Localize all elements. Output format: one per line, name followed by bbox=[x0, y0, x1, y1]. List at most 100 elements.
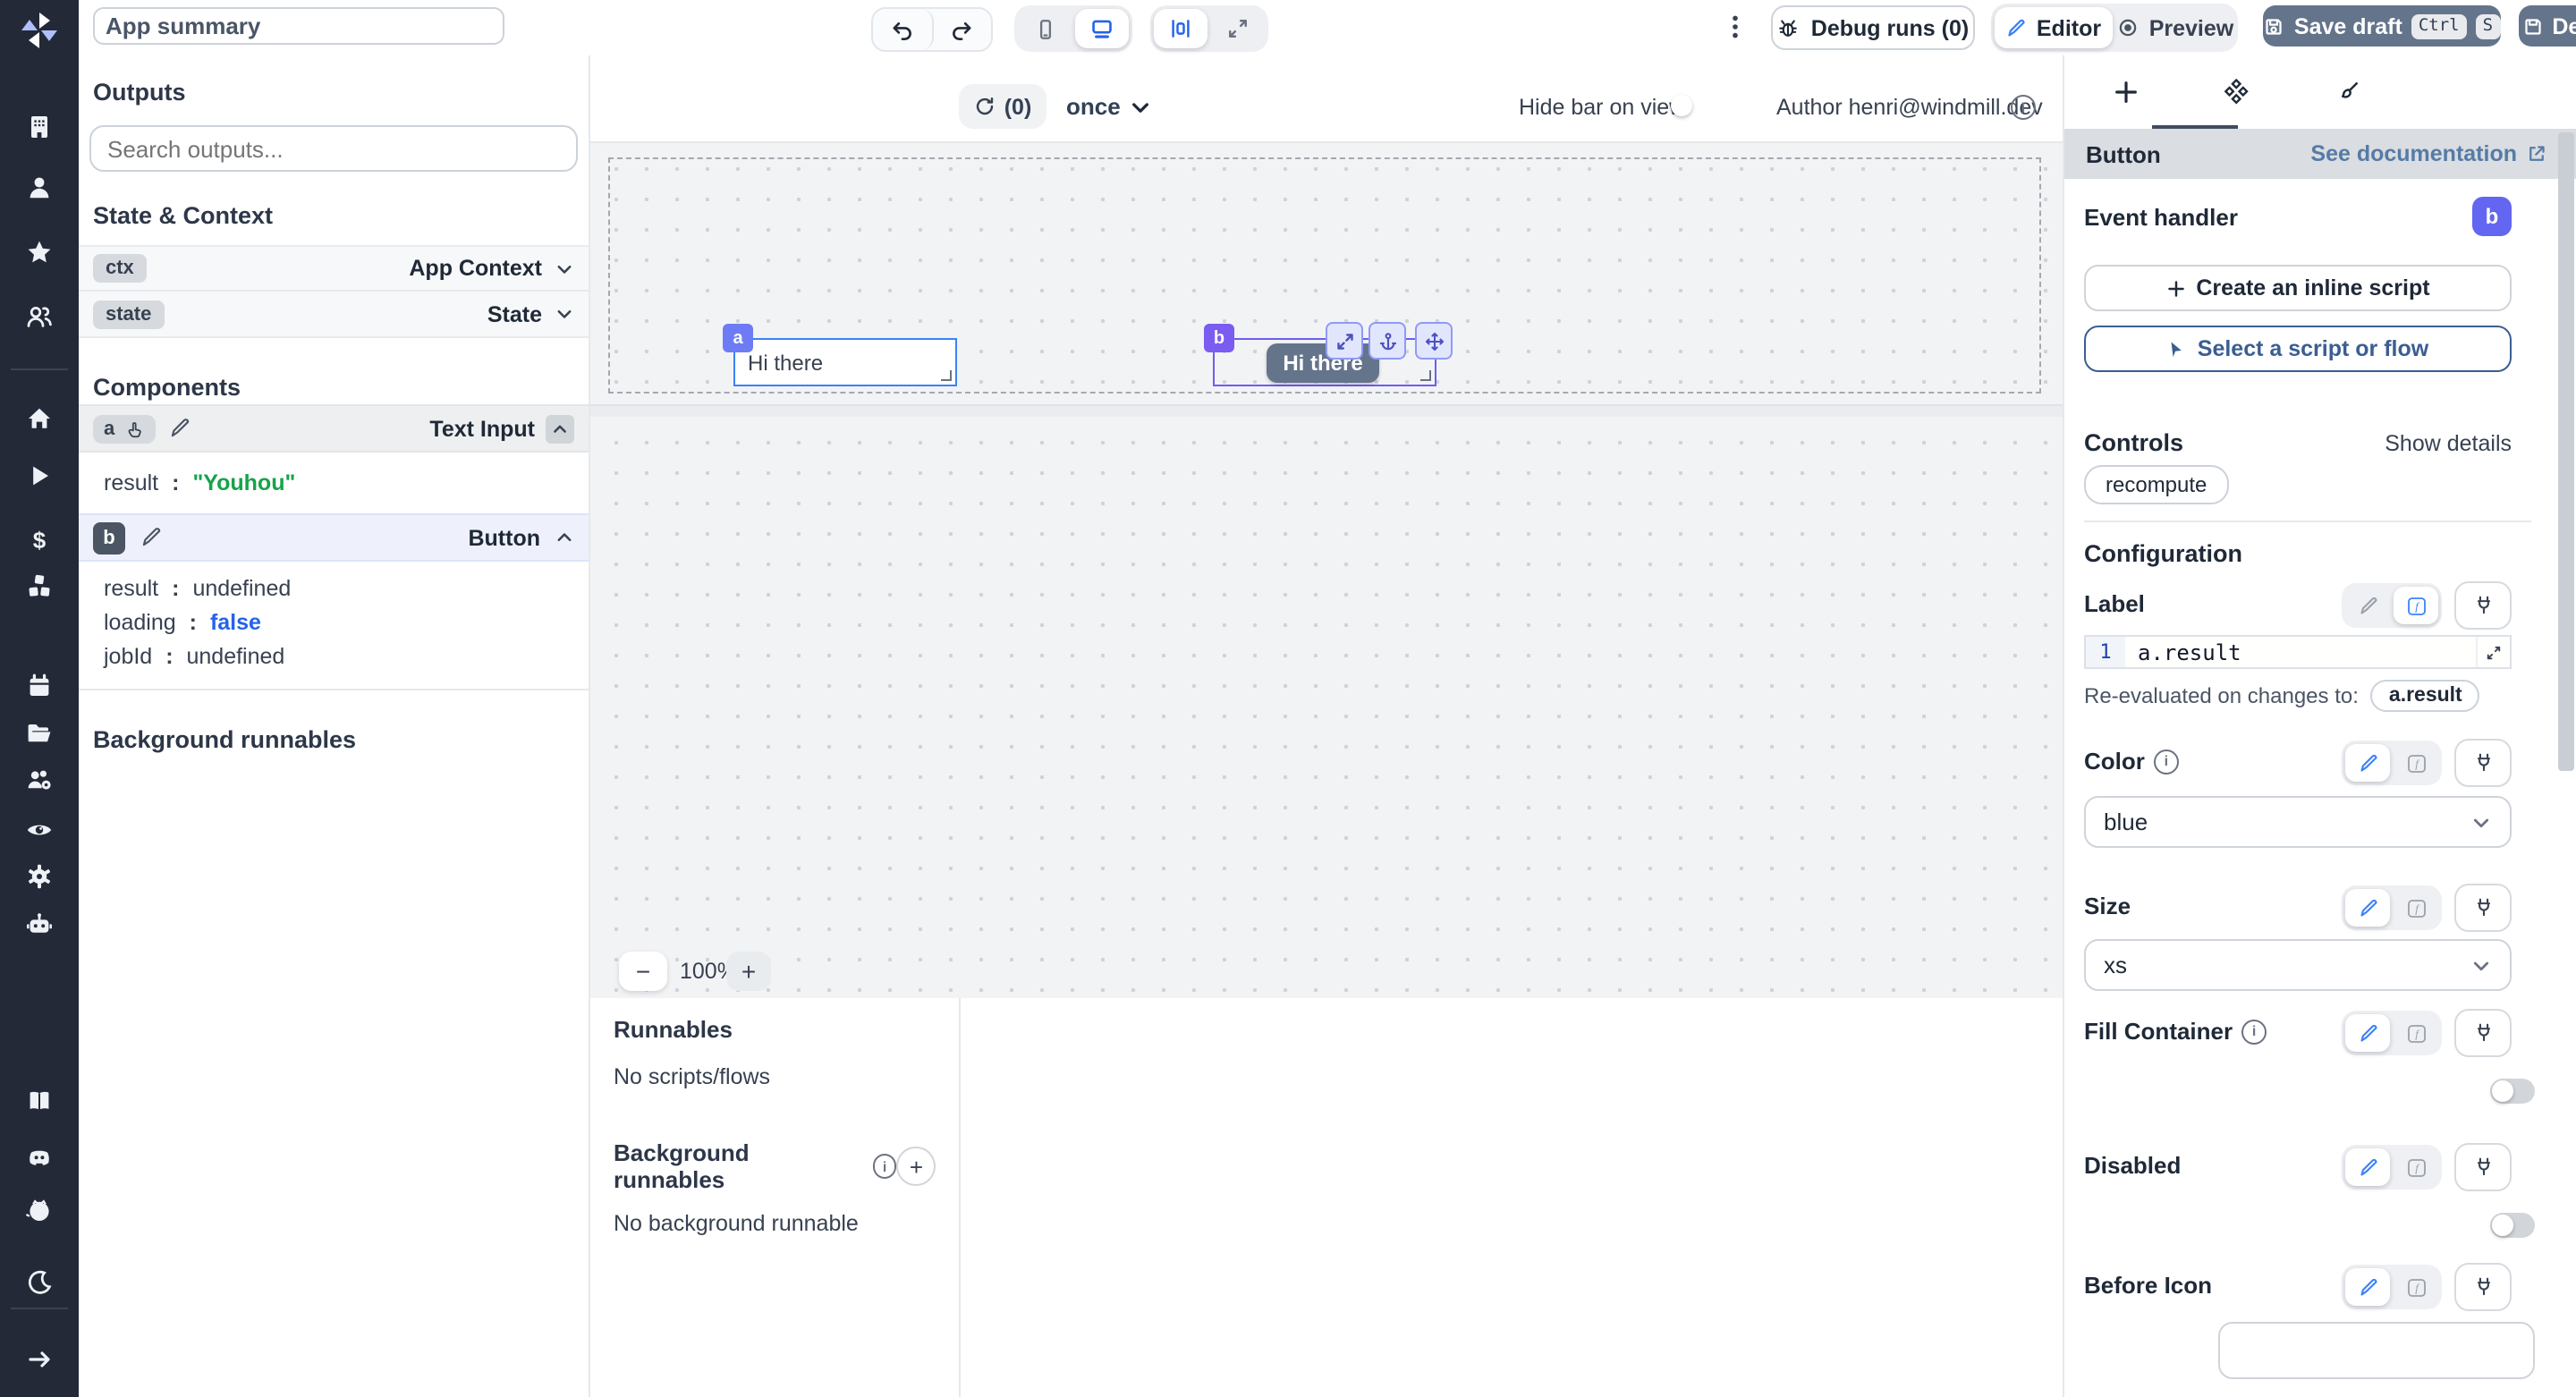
dollar-icon[interactable]: $ bbox=[25, 526, 54, 555]
editor-tab[interactable]: Editor bbox=[1995, 7, 2113, 48]
reeval-dependency-pill[interactable]: a.result bbox=[2370, 680, 2480, 712]
static-mode-button[interactable] bbox=[2345, 1014, 2390, 1052]
folder-icon[interactable] bbox=[25, 719, 54, 748]
anchor-component-button[interactable] bbox=[1368, 322, 1406, 360]
recompute-button[interactable]: recompute bbox=[2084, 465, 2229, 504]
connect-input-button[interactable] bbox=[2454, 884, 2512, 932]
users-icon[interactable] bbox=[25, 302, 54, 331]
chevron-down-icon[interactable] bbox=[555, 258, 574, 278]
chevron-up-icon[interactable] bbox=[555, 528, 574, 547]
add-background-runnable-button[interactable]: + bbox=[896, 1147, 936, 1186]
preview-tab[interactable]: Preview bbox=[2116, 7, 2234, 48]
component-b-canvas-badge[interactable]: b bbox=[1204, 324, 1234, 352]
star-icon[interactable] bbox=[25, 238, 54, 267]
discord-icon[interactable] bbox=[25, 1143, 54, 1172]
eye-icon[interactable] bbox=[25, 816, 54, 844]
component-a-result-line[interactable]: result : "Youhou" bbox=[79, 453, 589, 513]
home-icon[interactable] bbox=[25, 404, 54, 433]
component-b-output-line[interactable]: jobId : undefined bbox=[79, 640, 589, 674]
component-row-b[interactable]: b Button bbox=[79, 513, 589, 562]
eval-mode-button[interactable]: f bbox=[2394, 587, 2438, 624]
eval-mode-button[interactable]: f bbox=[2394, 1014, 2438, 1052]
moon-icon[interactable] bbox=[25, 1268, 54, 1297]
ctx-row[interactable]: ctx App Context bbox=[79, 245, 589, 292]
chevron-down-icon[interactable] bbox=[555, 304, 574, 324]
app-canvas[interactable]: a Hi there b Hi there − 100% + bbox=[590, 143, 2063, 998]
collapse-arrow-icon[interactable] bbox=[25, 1345, 54, 1374]
static-mode-button[interactable] bbox=[2345, 889, 2390, 927]
eval-mode-button[interactable]: f bbox=[2394, 1148, 2438, 1186]
github-icon[interactable] bbox=[25, 1197, 54, 1225]
before-icon-input[interactable] bbox=[2218, 1322, 2535, 1379]
expand-component-button[interactable] bbox=[1326, 322, 1363, 360]
connect-input-button[interactable] bbox=[2454, 1009, 2512, 1057]
see-documentation-link[interactable]: See documentation bbox=[2310, 141, 2547, 166]
expand-editor-button[interactable] bbox=[2476, 637, 2510, 667]
editor-code[interactable]: a.result bbox=[2125, 637, 2476, 667]
connect-input-button[interactable] bbox=[2454, 1143, 2512, 1191]
users-settings-icon[interactable] bbox=[25, 766, 54, 794]
component-b-output-line[interactable]: loading : false bbox=[79, 606, 589, 640]
user-icon[interactable] bbox=[25, 174, 54, 202]
save-draft-button[interactable]: Save draft Ctrl S bbox=[2263, 5, 2501, 47]
state-row[interactable]: state State bbox=[79, 292, 589, 338]
undo-button[interactable] bbox=[873, 9, 933, 50]
redo-button[interactable] bbox=[933, 9, 991, 50]
gear-icon[interactable] bbox=[25, 862, 54, 891]
fullscreen-button[interactable] bbox=[1211, 9, 1265, 48]
deploy-button[interactable]: Deploy bbox=[2519, 5, 2576, 47]
book-icon[interactable] bbox=[25, 1088, 54, 1116]
connect-input-button[interactable] bbox=[2454, 581, 2512, 630]
info-icon[interactable]: i bbox=[2153, 749, 2179, 774]
mode-chevron-down-icon[interactable] bbox=[1129, 97, 1152, 120]
static-mode-button[interactable] bbox=[2345, 1148, 2390, 1186]
robot-icon[interactable] bbox=[25, 910, 54, 939]
component-b-output-line[interactable]: result : undefined bbox=[79, 572, 589, 606]
cubes-icon[interactable] bbox=[25, 572, 54, 601]
text-input-component[interactable]: Hi there bbox=[733, 338, 957, 386]
connect-input-button[interactable] bbox=[2454, 1263, 2512, 1311]
eval-mode-button[interactable]: f bbox=[2394, 1268, 2438, 1306]
calendar-icon[interactable] bbox=[25, 673, 54, 701]
create-inline-script-button[interactable]: Create an inline script bbox=[2084, 265, 2512, 311]
connect-input-button[interactable] bbox=[2454, 739, 2512, 787]
component-a-canvas-badge[interactable]: a bbox=[723, 324, 753, 352]
collapse-a-button[interactable] bbox=[546, 414, 574, 443]
zoom-in-button[interactable]: + bbox=[726, 952, 771, 991]
event-handler-target-chip[interactable]: b bbox=[2472, 197, 2512, 236]
building-icon[interactable] bbox=[25, 113, 54, 141]
move-component-button[interactable] bbox=[1415, 322, 1453, 360]
refresh-button[interactable]: (0) bbox=[959, 84, 1046, 129]
size-select[interactable]: xs bbox=[2084, 939, 2512, 991]
mobile-view-button[interactable] bbox=[1018, 9, 1072, 48]
play-icon[interactable] bbox=[25, 461, 54, 490]
windmill-logo-icon[interactable] bbox=[18, 9, 61, 52]
info-icon[interactable]: i bbox=[872, 1154, 897, 1179]
info-icon[interactable]: i bbox=[2011, 95, 2036, 120]
settings-scrollbar[interactable] bbox=[2558, 132, 2574, 771]
theme-tab[interactable] bbox=[2315, 79, 2379, 106]
edit-pencil-icon[interactable] bbox=[140, 526, 163, 549]
refresh-mode-label[interactable]: once bbox=[1066, 93, 1121, 120]
info-icon[interactable]: i bbox=[2241, 1019, 2267, 1044]
disabled-toggle[interactable] bbox=[2490, 1213, 2535, 1238]
search-outputs-input[interactable] bbox=[89, 125, 578, 172]
component-b-id-badge[interactable]: b bbox=[93, 521, 125, 554]
static-mode-button[interactable] bbox=[2345, 1268, 2390, 1306]
insert-component-tab[interactable] bbox=[2093, 79, 2157, 106]
more-options-icon[interactable] bbox=[1721, 13, 1750, 41]
app-summary-input[interactable] bbox=[93, 7, 504, 45]
fill-container-toggle[interactable] bbox=[2490, 1079, 2535, 1104]
resize-handle[interactable] bbox=[941, 370, 952, 381]
static-mode-button[interactable] bbox=[2345, 744, 2390, 782]
edit-pencil-icon[interactable] bbox=[168, 417, 191, 440]
resize-handle[interactable] bbox=[1420, 370, 1431, 381]
eval-mode-button[interactable]: f bbox=[2394, 744, 2438, 782]
centered-layout-button[interactable] bbox=[1154, 9, 1208, 48]
static-mode-button[interactable] bbox=[2345, 587, 2390, 624]
desktop-view-button[interactable] bbox=[1075, 9, 1129, 48]
debug-runs-button[interactable]: Debug runs (0) bbox=[1771, 5, 1975, 50]
zoom-out-button[interactable]: − bbox=[619, 952, 667, 991]
show-details-link[interactable]: Show details bbox=[2385, 430, 2512, 455]
label-code-editor[interactable]: 1 a.result bbox=[2084, 635, 2512, 669]
